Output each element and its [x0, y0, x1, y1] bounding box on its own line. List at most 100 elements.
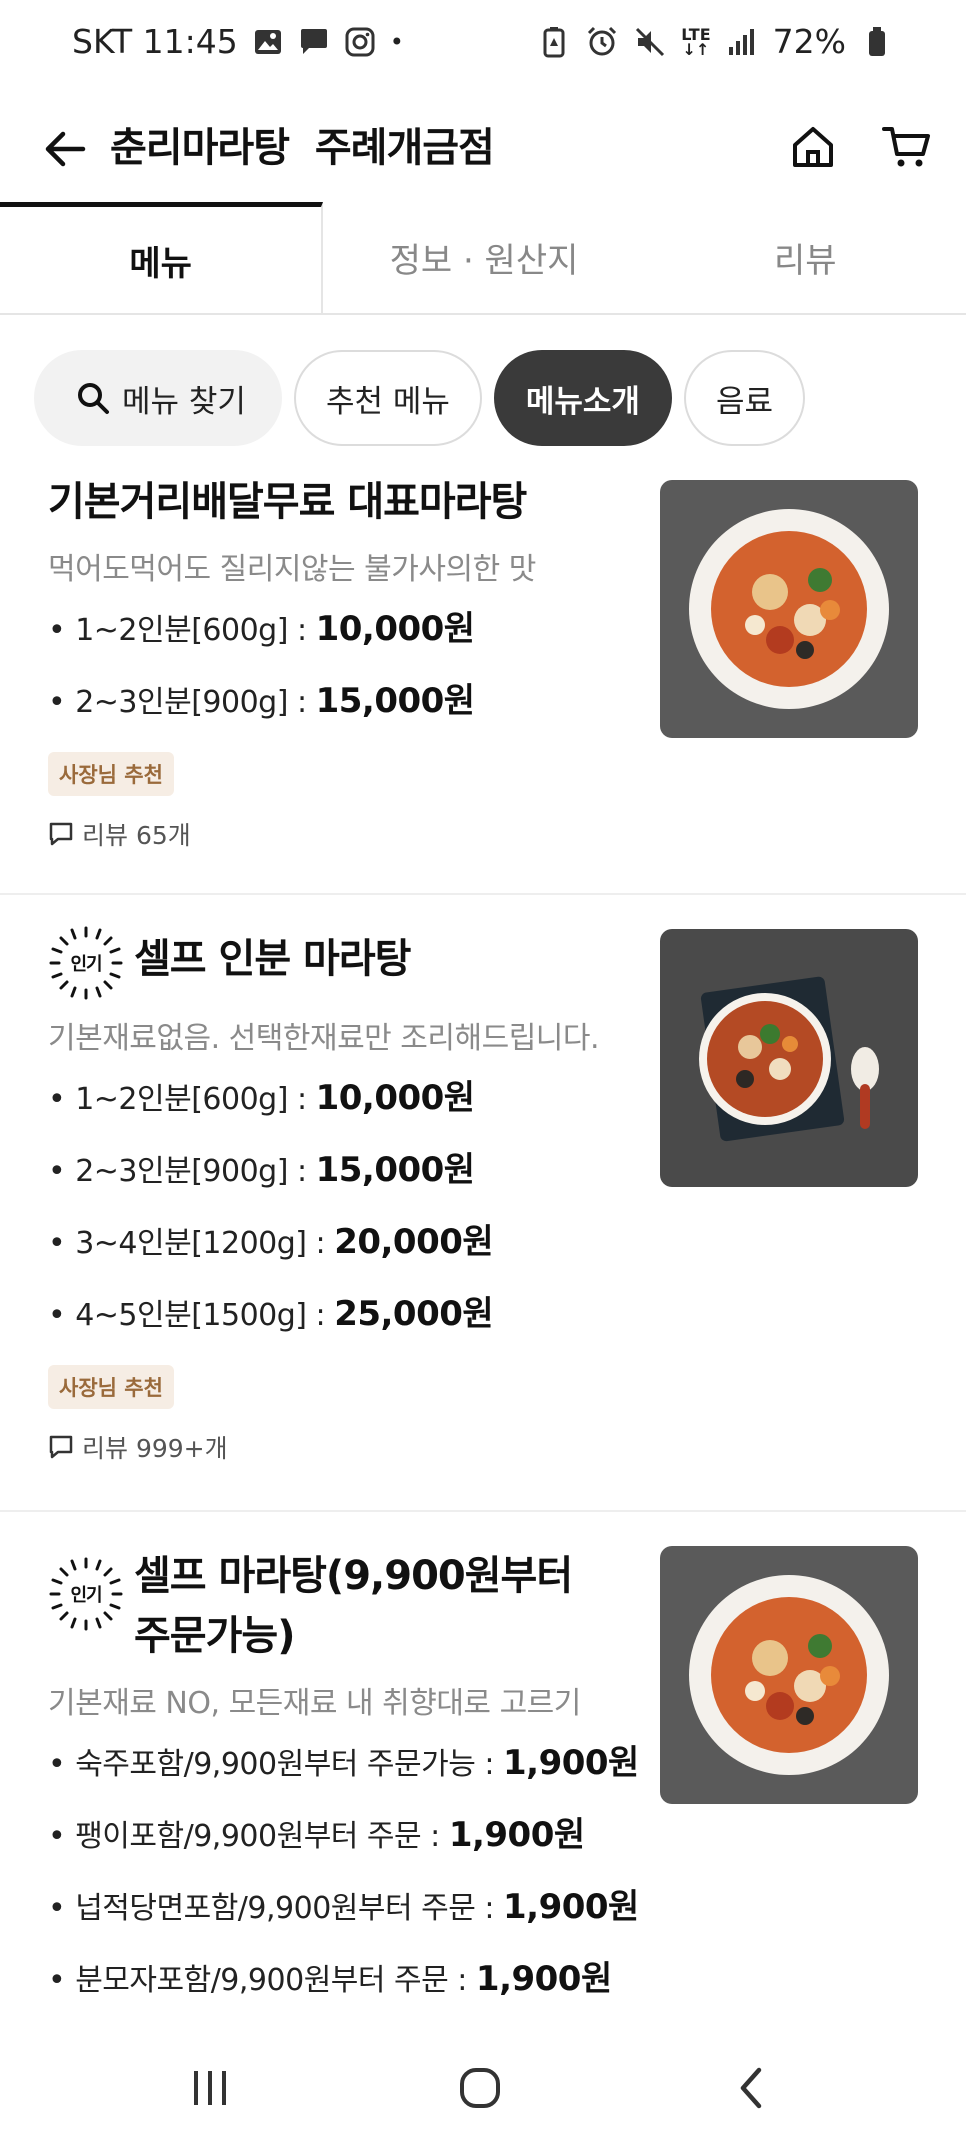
option-price: 10,000원 — [315, 1078, 475, 1118]
menu-list: 기본거리배달무료 대표마라탕 먹어도먹어도 질리지않는 불가사의한 맛 • 1~2… — [0, 470, 966, 2072]
option-price: 15,000원 — [315, 1150, 475, 1190]
back-arrow-icon — [45, 131, 86, 167]
option-label: 넙적당면포함/9,900원부터 주문 : — [75, 1891, 504, 1926]
tab-menu[interactable]: 메뉴 — [0, 202, 324, 313]
bullet: • — [48, 1154, 66, 1189]
menu-item[interactable]: 기본거리배달무료 대표마라탕 먹어도먹어도 질리지않는 불가사의한 맛 • 1~2… — [0, 470, 966, 895]
option-label: 분모자포함/9,900원부터 주문 : — [75, 1963, 476, 1998]
menu-option: • 숙주포함/9,900원부터 주문가능 : 1,900원 — [48, 1728, 639, 1800]
bullet: • — [48, 685, 66, 720]
review-count-label: 리뷰 65개 — [82, 821, 191, 850]
home-circle-icon — [460, 2068, 500, 2108]
option-price: 1,900원 — [503, 1743, 639, 1783]
home-nav-button[interactable] — [440, 2058, 520, 2118]
menu-item-photo — [660, 480, 918, 738]
option-label: 1~2인분[600g] : — [75, 613, 316, 648]
option-label: 2~3인분[900g] : — [75, 1154, 316, 1189]
recent-apps-icon — [194, 2071, 226, 2105]
menu-option: • 2~3인분[900g] : 15,000원 — [48, 1135, 599, 1207]
option-label: 숙주포함/9,900원부터 주문가능 : — [75, 1747, 504, 1782]
menu-search-label: 메뉴 찾기 — [122, 383, 246, 420]
review-count: 리뷰 65개 — [48, 816, 536, 852]
bullet: • — [48, 1082, 66, 1117]
menu-item-name-line1: 셀프 마라탕(9,900원부터 — [134, 1553, 573, 1599]
bullet: • — [48, 1819, 66, 1854]
cart-button[interactable] — [872, 112, 942, 182]
carrier-time: SKT 11:45 — [72, 22, 238, 61]
menu-item-info: 기본거리배달무료 대표마라탕 먹어도먹어도 질리지않는 불가사의한 맛 • 1~2… — [48, 472, 536, 852]
option-price: 10,000원 — [315, 609, 475, 649]
menu-item-name-row: 인기 셀프 마라탕(9,900원부터 주문가능) — [48, 1546, 639, 1666]
bullet: • — [48, 1963, 66, 1998]
popular-label: 인기 — [70, 954, 101, 975]
bullet: • — [48, 1298, 66, 1333]
menu-item[interactable]: 인기 셀프 인분 마라탕 기본재료없음. 선택한재료만 조리해드립니다. • 1~… — [0, 895, 966, 1512]
review-bubble-icon — [49, 822, 73, 846]
tab-reviews[interactable]: 리뷰 — [645, 202, 966, 313]
menu-item-name-line2: 주문가능) — [134, 1613, 295, 1659]
recent-apps-button[interactable] — [170, 2058, 250, 2118]
status-right: LTE ↓↑ 72% — [537, 22, 894, 61]
data-arrows-icon: ↓↑ — [682, 39, 710, 59]
owner-recommend-badge: 사장님 추천 — [48, 1365, 174, 1409]
option-label: 팽이포함/9,900원부터 주문 : — [75, 1819, 449, 1854]
option-label: 3~4인분[1200g] : — [75, 1226, 335, 1261]
chip-drinks[interactable]: 음료 — [683, 350, 806, 446]
review-bubble-icon — [49, 1435, 73, 1459]
back-nav-button[interactable] — [710, 2058, 790, 2118]
menu-item-photo — [660, 929, 918, 1187]
review-count: 리뷰 999+개 — [48, 1429, 599, 1465]
search-icon — [78, 383, 109, 414]
app-header: 춘리마라탕 주례개금점 — [0, 96, 966, 206]
option-price: 20,000원 — [334, 1222, 494, 1262]
page-title: 춘리마라탕 주례개금점 — [110, 125, 495, 171]
malatang-bowl-image — [660, 480, 918, 738]
menu-search-button[interactable]: 메뉴 찾기 — [34, 350, 282, 446]
menu-option: • 1~2인분[600g] : 10,000원 — [48, 1063, 599, 1135]
menu-item[interactable]: 인기 셀프 마라탕(9,900원부터 주문가능) 기본재료 NO, 모든재료 내… — [0, 1512, 966, 2072]
option-price: 1,900원 — [503, 1887, 639, 1927]
menu-item-info: 인기 셀프 인분 마라탕 기본재료없음. 선택한재료만 조리해드립니다. • 1~… — [48, 926, 600, 1465]
status-bar: SKT 11:45 • LTE ↓↑ 72% — [0, 0, 966, 90]
popular-burst-icon: 인기 — [49, 926, 123, 1000]
option-label: 4~5인분[1500g] : — [75, 1298, 335, 1333]
battery-saver-icon — [537, 25, 571, 59]
popular-label: 인기 — [70, 1585, 101, 1606]
bullet: • — [48, 1226, 66, 1261]
menu-item-name-row: 인기 셀프 인분 마라탕 — [48, 926, 599, 1001]
menu-item-info: 인기 셀프 마라탕(9,900원부터 주문가능) 기본재료 NO, 모든재료 내… — [48, 1546, 639, 2016]
menu-item-description: 먹어도먹어도 질리지않는 불가사의한 맛 — [48, 552, 536, 587]
back-button[interactable] — [30, 114, 100, 184]
status-left: SKT 11:45 • — [72, 22, 404, 61]
lte-indicator: LTE ↓↑ — [681, 26, 710, 59]
cart-icon — [882, 127, 930, 167]
bullet: • — [48, 1747, 66, 1782]
mute-icon — [633, 25, 667, 59]
menu-item-name: 기본거리배달무료 대표마라탕 — [48, 479, 527, 525]
chip-menu-intro[interactable]: 메뉴소개 — [493, 350, 672, 446]
bullet: • — [48, 613, 66, 648]
store-tabs: 메뉴 정보 · 원산지 리뷰 — [0, 202, 966, 315]
option-label: 2~3인분[900g] : — [75, 685, 316, 720]
menu-item-description: 기본재료없음. 선택한재료만 조리해드립니다. — [48, 1021, 600, 1056]
chip-recommended[interactable]: 추천 메뉴 — [293, 350, 482, 446]
menu-option: • 3~4인분[1200g] : 20,000원 — [48, 1207, 599, 1279]
battery-percent: 72% — [772, 22, 846, 61]
menu-option: • 팽이포함/9,900원부터 주문 : 1,900원 — [48, 1800, 639, 1872]
menu-option: • 분모자포함/9,900원부터 주문 : 1,900원 — [48, 1944, 639, 2016]
menu-category-chips: 메뉴 찾기 추천 메뉴 메뉴소개 음료 — [34, 350, 806, 446]
option-price: 1,900원 — [448, 1815, 585, 1855]
battery-icon — [860, 25, 894, 59]
tab-info-origin[interactable]: 정보 · 원산지 — [323, 202, 644, 313]
review-count-label: 리뷰 999+개 — [82, 1434, 228, 1463]
popular-burst-icon: 인기 — [49, 1557, 123, 1631]
home-button[interactable] — [778, 112, 848, 182]
home-icon — [793, 127, 833, 167]
menu-item-name: 셀프 마라탕(9,900원부터 주문가능) — [134, 1546, 573, 1666]
system-nav-bar — [0, 2030, 966, 2147]
menu-option: • 1~2인분[600g] : 10,000원 — [48, 594, 536, 666]
option-price: 1,900원 — [475, 1959, 612, 1999]
menu-item-name: 셀프 인분 마라탕 — [134, 936, 411, 982]
notification-dot: • — [389, 27, 404, 56]
gallery-icon — [252, 26, 284, 58]
